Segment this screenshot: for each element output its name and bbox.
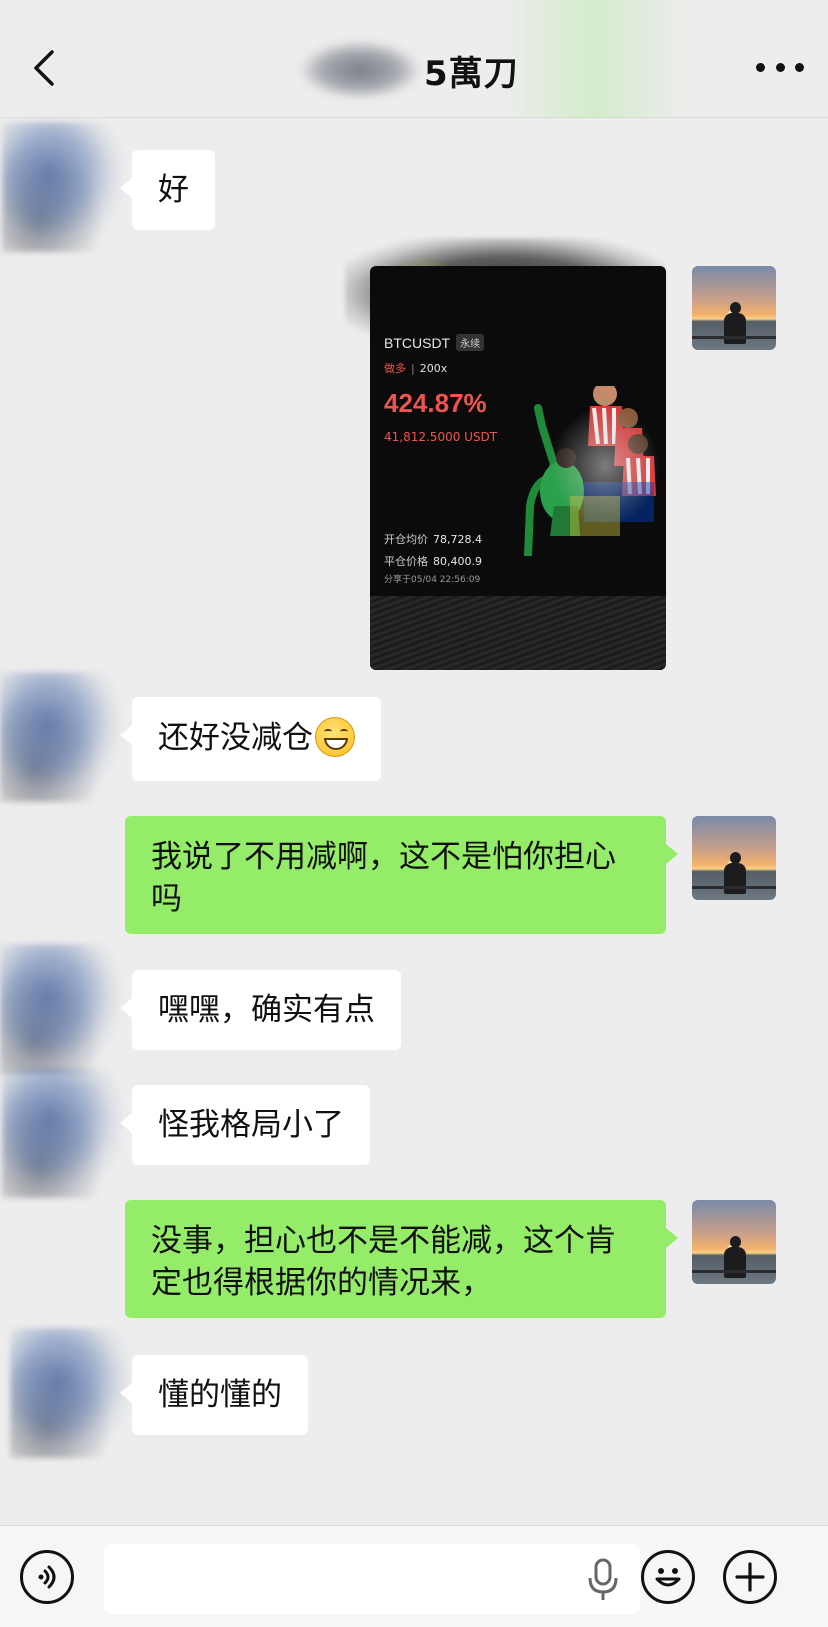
plus-icon[interactable] <box>723 1550 777 1604</box>
my-avatar[interactable] <box>692 1200 776 1284</box>
redaction-scribble <box>370 596 666 670</box>
pair-row: BTCUSDT 永续 <box>384 334 485 351</box>
contact-avatar[interactable] <box>10 1328 130 1458</box>
contact-avatar[interactable] <box>0 672 120 802</box>
shared-timestamp: 分享于05/04 22:56:09 <box>384 575 481 585</box>
chat-header: 5萬刀 <box>0 0 828 118</box>
input-bar <box>0 1525 828 1627</box>
my-avatar[interactable] <box>692 266 776 350</box>
back-icon[interactable] <box>30 48 60 88</box>
chat-title-text: 5萬刀 <box>424 53 519 94</box>
chat-title: 5萬刀 <box>300 40 560 100</box>
message-bubble-out[interactable]: 我说了不用减啊，这不是怕你担心吗 <box>125 816 678 934</box>
contact-avatar[interactable] <box>2 1068 122 1198</box>
message-bubble-in[interactable]: 好 <box>120 150 215 230</box>
grinning-face-emoji <box>315 716 355 757</box>
message-input[interactable] <box>104 1544 640 1614</box>
exit-price-value: 80,400.9 <box>433 555 482 568</box>
mic-icon[interactable] <box>586 1558 620 1602</box>
entry-price-row: 开仓均价 78,728.4 <box>384 531 482 547</box>
voice-icon[interactable] <box>20 1550 74 1604</box>
side-row: 做多 | 200x <box>384 362 448 375</box>
contact-avatar[interactable] <box>0 944 120 1074</box>
trade-leverage: 200x <box>419 362 448 375</box>
trade-screenshot-image[interactable]: BTCUSDT 永续 做多 | 200x 424.87% 41,812.5000 U… <box>370 266 666 670</box>
message-bubble-in[interactable]: 懂的懂的 <box>120 1355 308 1435</box>
more-dots-icon[interactable] <box>756 52 804 82</box>
entry-price-label: 开仓均价 <box>384 533 428 546</box>
entry-price-value: 78,728.4 <box>433 533 482 546</box>
railing-shape <box>692 1270 776 1273</box>
contact-avatar[interactable] <box>2 122 122 252</box>
railing-shape <box>692 886 776 889</box>
trade-pair: BTCUSDT <box>384 334 451 351</box>
contract-type-badge: 永续 <box>456 334 485 351</box>
pnl-amount: 41,812.5000 USDT <box>384 430 498 444</box>
exit-price-label: 平仓价格 <box>384 555 428 568</box>
my-avatar[interactable] <box>692 816 776 900</box>
exit-price-row: 平仓价格 80,400.9 <box>384 553 482 569</box>
emoji-icon[interactable] <box>641 1550 695 1604</box>
message-bubble-out[interactable]: 没事，担心也不是不能减，这个肯定也得根据你的情况来， <box>125 1200 678 1318</box>
message-text: 还好没减仓 <box>158 720 313 756</box>
message-bubble-in[interactable]: 怪我格局小了 <box>120 1085 370 1165</box>
redaction-smudge <box>550 406 660 526</box>
message-bubble-in[interactable]: 嘿嘿，确实有点 <box>120 970 401 1050</box>
railing-shape <box>692 336 776 339</box>
pnl-percent: 424.87% <box>384 388 487 418</box>
redacted-name <box>300 41 420 99</box>
trade-side: 做多 <box>384 362 406 375</box>
message-bubble-in[interactable]: 还好没减仓 <box>120 697 381 781</box>
